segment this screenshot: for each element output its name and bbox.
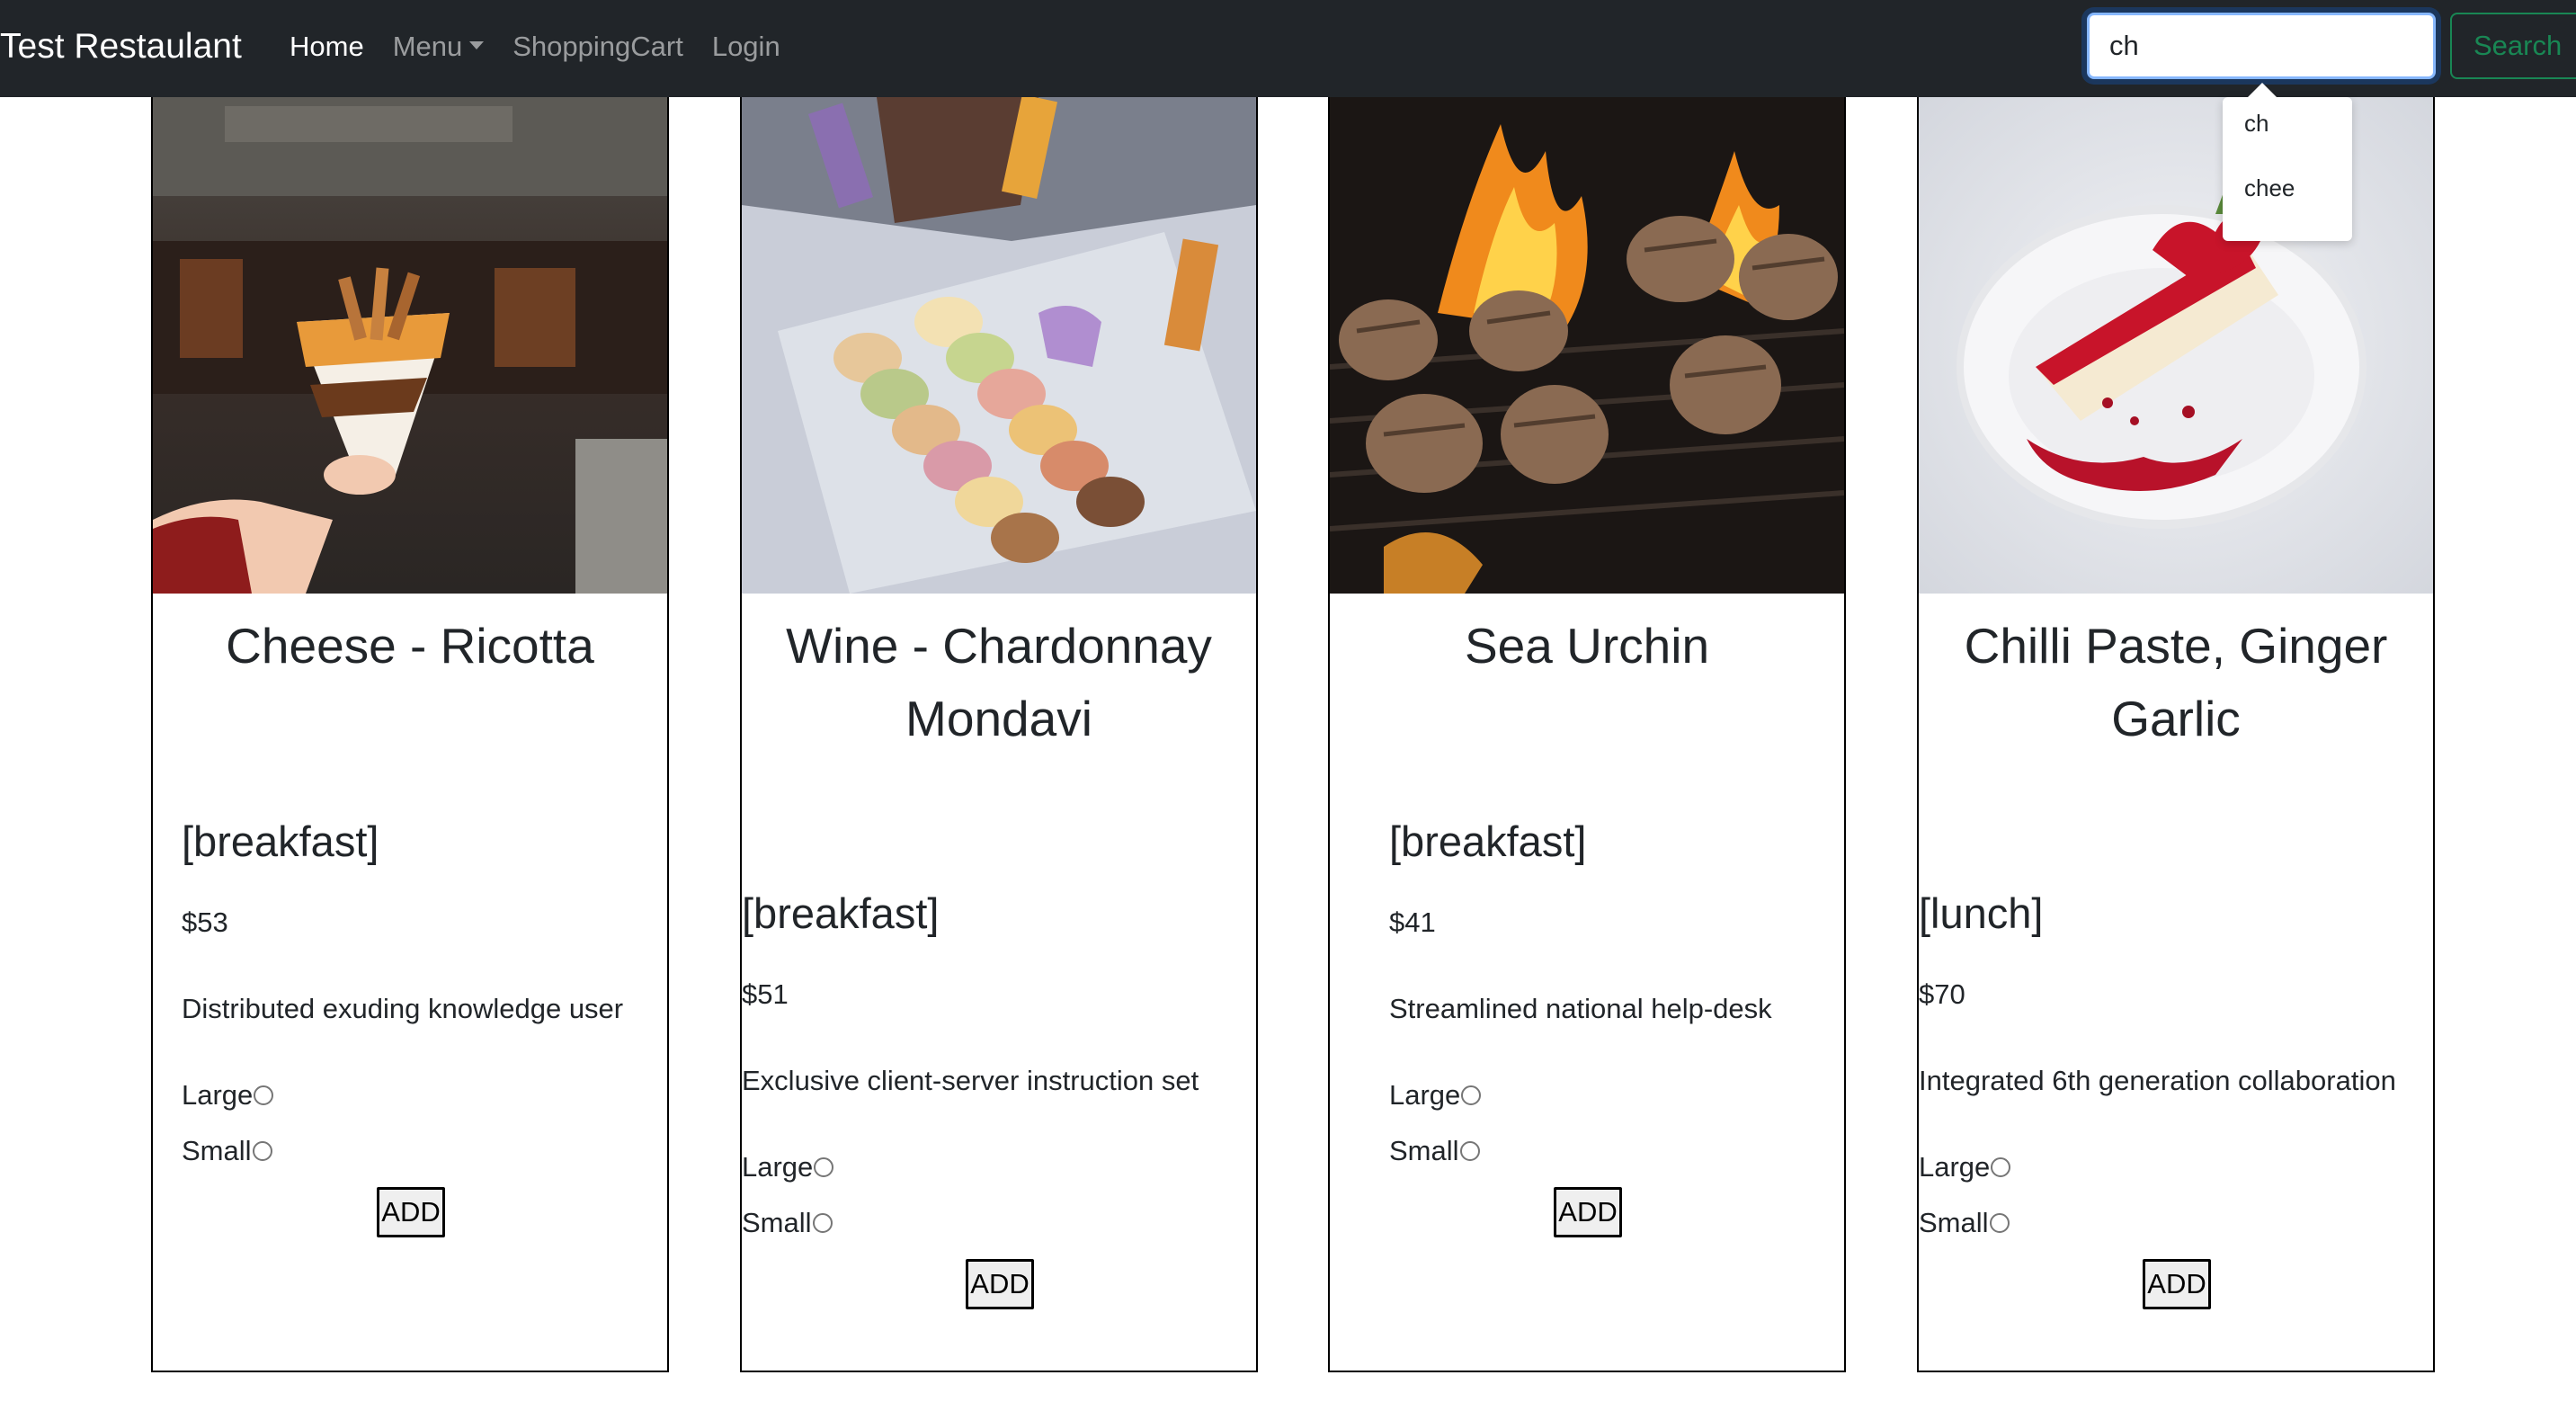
- meal-category: [breakfast]: [182, 817, 379, 865]
- nav-menu-label: Menu: [392, 31, 463, 62]
- size-option-large: Large: [182, 1077, 274, 1113]
- size-radio-large[interactable]: [254, 1085, 274, 1105]
- size-radio-small[interactable]: [252, 1140, 272, 1161]
- size-radio-large[interactable]: [1991, 1156, 2011, 1177]
- item-description: Exclusive client-server instruction set: [742, 1065, 1199, 1096]
- item-name: Sea Urchin: [1464, 618, 1710, 674]
- item-description: Distributed exuding knowledge user: [182, 993, 624, 1024]
- food-image-grill: [1330, 97, 1844, 594]
- menu-card: Wine - Chardonnay Mondavi [breakfast] $5…: [740, 97, 1258, 1372]
- food-image-cheesecake: [1919, 97, 2433, 594]
- nav-home[interactable]: Home: [290, 27, 364, 67]
- size-label: Large: [1389, 1079, 1461, 1111]
- size-option-small: Small: [182, 1133, 272, 1169]
- nav-login[interactable]: Login: [712, 27, 780, 67]
- size-label: Large: [1919, 1151, 1991, 1183]
- suggestion-item[interactable]: ch: [2244, 110, 2268, 138]
- size-radio-large[interactable]: [1461, 1085, 1482, 1105]
- item-description: Integrated 6th generation collaboration: [1919, 1065, 2396, 1096]
- search-input[interactable]: [2087, 13, 2436, 79]
- size-radio-small[interactable]: [812, 1212, 833, 1233]
- add-to-cart-button[interactable]: ADD: [966, 1259, 1034, 1309]
- caret-down-icon: [469, 41, 485, 50]
- size-label: Large: [182, 1079, 254, 1111]
- suggestion-item[interactable]: chee: [2244, 174, 2295, 202]
- item-name: Wine - Chardonnay Mondavi: [786, 618, 1212, 746]
- add-to-cart-button[interactable]: ADD: [2143, 1259, 2211, 1309]
- item-price: $41: [1389, 906, 1436, 938]
- meal-category: [lunch]: [1919, 889, 2044, 937]
- brand-name[interactable]: Test Restaulant: [0, 25, 242, 68]
- food-image-macarons: [742, 97, 1256, 594]
- add-to-cart-button[interactable]: ADD: [1554, 1187, 1622, 1237]
- size-option-large: Large: [1389, 1077, 1482, 1113]
- meal-category: [breakfast]: [742, 889, 940, 937]
- menu-card: Chilli Paste, Ginger Garlic [lunch] $70 …: [1917, 97, 2435, 1372]
- item-price: $70: [1919, 978, 1965, 1010]
- size-option-small: Small: [1389, 1133, 1480, 1169]
- menu-card: Sea Urchin [breakfast] $41 Streamlined n…: [1328, 97, 1846, 1372]
- size-radio-small[interactable]: [1989, 1212, 2010, 1233]
- menu-card: Cheese - Ricotta [breakfast] $53 Distrib…: [151, 97, 669, 1372]
- nav-shopping-cart[interactable]: ShoppingCart: [513, 27, 683, 67]
- size-label: Large: [742, 1151, 814, 1183]
- size-option-small: Small: [742, 1205, 833, 1241]
- size-label: Small: [742, 1207, 812, 1238]
- search-button[interactable]: Search: [2450, 13, 2576, 79]
- item-price: $53: [182, 906, 228, 938]
- size-option-small: Small: [1919, 1205, 2010, 1241]
- size-label: Small: [1389, 1135, 1459, 1166]
- meal-category: [breakfast]: [1389, 817, 1587, 865]
- size-label: Small: [182, 1135, 252, 1166]
- suggestion-pointer: [2248, 83, 2277, 97]
- item-name: Chilli Paste, Ginger Garlic: [1964, 618, 2388, 746]
- item-name: Cheese - Ricotta: [226, 618, 594, 674]
- size-label: Small: [1919, 1207, 1989, 1238]
- search-suggestions: ch chee: [2223, 97, 2352, 241]
- size-option-large: Large: [742, 1149, 834, 1185]
- size-option-large: Large: [1919, 1149, 2011, 1185]
- item-description: Streamlined national help-desk: [1389, 993, 1772, 1024]
- top-navbar: Test Restaulant Home Menu ShoppingCart L…: [0, 0, 2576, 97]
- food-image-churros: [153, 97, 667, 594]
- size-radio-large[interactable]: [814, 1156, 834, 1177]
- nav-links: Home Menu ShoppingCart Login: [290, 27, 780, 67]
- add-to-cart-button[interactable]: ADD: [377, 1187, 445, 1237]
- nav-menu-dropdown[interactable]: Menu: [393, 27, 485, 67]
- item-price: $51: [742, 978, 789, 1010]
- size-radio-small[interactable]: [1459, 1140, 1480, 1161]
